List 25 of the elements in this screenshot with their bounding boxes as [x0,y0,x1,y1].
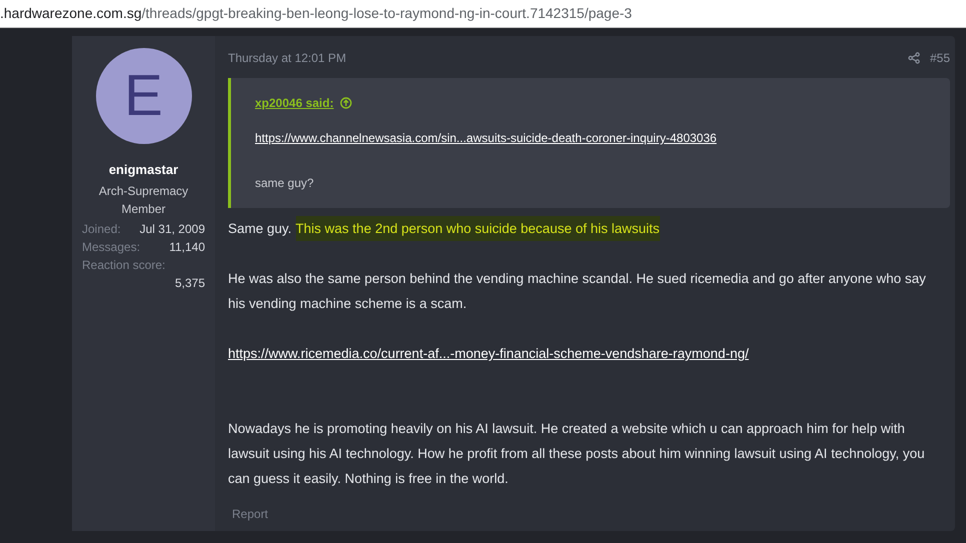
quote-text: same guy? [255,175,314,192]
stat-value: 11,140 [169,238,205,256]
post-text: Same guy. [228,220,292,238]
highlighted-text: This was the 2nd person who suicide because of his lawsuits [296,216,660,241]
address-bar[interactable]: .hardwarezone.com.sg/threads/gpgt-breaking-ben-leong-lose-to-raymond-ng-in-court.7142315/page-3 [0,0,966,28]
user-avatar[interactable]: E [96,48,192,144]
stat-value: 5,375 [174,274,205,292]
post-paragraph: Nowadays he is promoting heavily on his AI lawsuit. He created a website which u can approach him for help with lawsuit using his AI technology. How he profit from all these posts about him winning lawsuit using AI technology, you can guess it easily. Nothing is free in the world. [228,420,926,488]
url-domain: .hardwarezone.com.sg [0,4,142,23]
quote-author-link[interactable]: xp20046 said: [255,94,334,112]
stat-value: Jul 31, 2009 [140,220,205,238]
arrow-up-circle-icon[interactable] [340,97,352,109]
stat-label: Joined: [82,220,121,238]
username[interactable]: enigmastar [108,160,178,180]
quote-link[interactable]: https://www.channelnewsasia.com/sin...awsuits-suicide-death-coroner-inquiry-4803036 [255,129,717,147]
post-number[interactable]: #55 [930,49,950,67]
report-link[interactable]: Report [228,505,272,523]
share-icon[interactable] [908,52,920,64]
url-path: /threads/gpgt-breaking-ben-leong-lose-to-raymond-ng-in-court.7142315/page-3 [142,4,632,23]
stat-label: Messages: [82,238,140,256]
post-time[interactable]: Thursday at 12:01 PM [228,49,346,67]
post-link[interactable]: https://www.ricemedia.co/current-af...-money-financial-scheme-vendshare-raymond-ng/ [228,341,749,366]
stat-label: Reaction score: [82,256,166,274]
post-paragraph: He was also the same person behind the vending machine scandal. He sued ricemedia and go after anyone who say his vending machine scheme is a scam. [228,270,927,313]
user-title: Arch-Supremacy Member [98,182,190,218]
